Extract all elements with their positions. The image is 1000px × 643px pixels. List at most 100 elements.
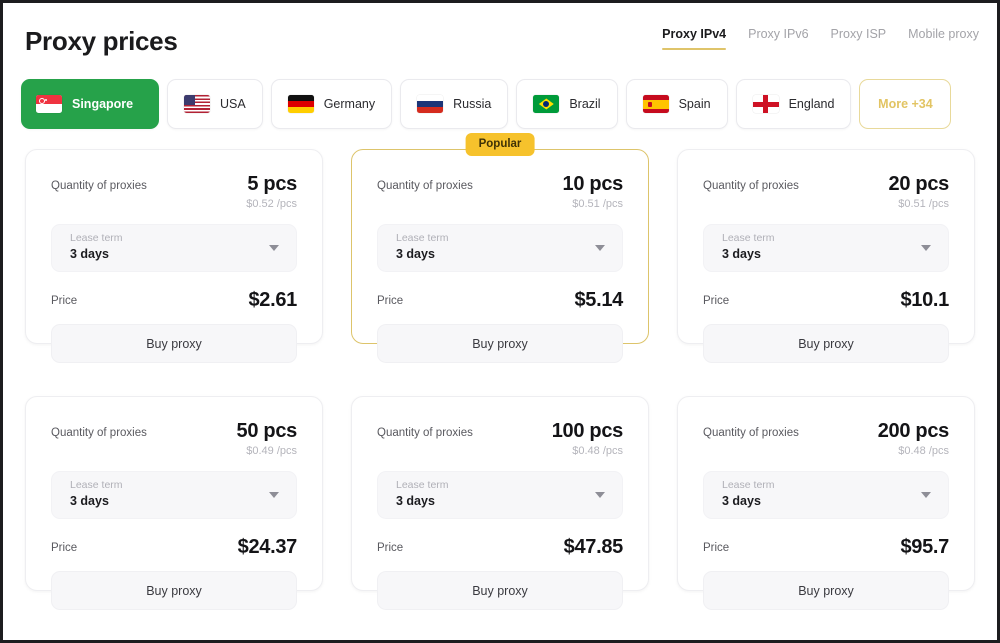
price-value: $95.7 <box>900 536 949 558</box>
price-label: Price <box>51 294 78 307</box>
flag-spain-icon <box>642 95 669 113</box>
quantity-label: Quantity of proxies <box>377 180 473 192</box>
chevron-down-icon <box>269 245 279 251</box>
lease-term-label: Lease term <box>722 479 775 491</box>
chevron-down-icon <box>921 245 931 251</box>
price-value: $5.14 <box>574 289 623 311</box>
quantity-label: Quantity of proxies <box>703 180 799 192</box>
lease-term-value: 3 days <box>70 246 109 261</box>
country-chip-russia[interactable]: Russia <box>400 79 509 129</box>
lease-term-select[interactable]: Lease term 3 days <box>51 224 297 272</box>
price-value: $24.37 <box>237 536 298 558</box>
lease-term-label: Lease term <box>396 479 449 491</box>
price-label: Price <box>51 541 78 554</box>
lease-term-select[interactable]: Lease term 3 days <box>377 224 623 272</box>
price-value: $47.85 <box>563 536 624 558</box>
buy-proxy-button[interactable]: Buy proxy <box>51 571 297 610</box>
lease-term-select[interactable]: Lease term 3 days <box>51 471 297 519</box>
pricing-card-200: Quantity of proxies 200 pcs $0.48 /pcs L… <box>677 396 975 610</box>
country-chip-brazil[interactable]: Brazil <box>516 79 618 129</box>
lease-term-select[interactable]: Lease term 3 days <box>703 224 949 272</box>
lease-term-value: 3 days <box>396 246 435 261</box>
country-chip-usa[interactable]: USA <box>167 79 263 129</box>
tab-mobile-proxy[interactable]: Mobile proxy <box>908 27 979 50</box>
flag-england-icon <box>752 95 779 113</box>
pricing-row: Quantity of proxies 5 pcs $0.52 /pcs Lea… <box>25 133 977 371</box>
more-countries-button[interactable]: More +34 <box>859 79 952 129</box>
quantity-row: Quantity of proxies 100 pcs $0.48 /pcs <box>377 420 623 457</box>
lease-term-label: Lease term <box>70 479 123 491</box>
pricing-card-100: Quantity of proxies 100 pcs $0.48 /pcs L… <box>351 396 649 610</box>
quantity-value: 200 pcs <box>877 420 950 442</box>
price-row: Price $10.1 <box>703 289 949 312</box>
pricing-card-20: Quantity of proxies 20 pcs $0.51 /pcs Le… <box>677 149 975 363</box>
flag-singapore-icon <box>36 95 62 113</box>
country-chip-label: England <box>788 97 835 111</box>
country-chip-label: Brazil <box>569 97 601 111</box>
buy-proxy-button[interactable]: Buy proxy <box>703 324 949 363</box>
flag-germany-icon <box>287 95 314 113</box>
country-selector: Singapore USA Germany Russia Brazil Spai… <box>21 79 981 129</box>
buy-proxy-button[interactable]: Buy proxy <box>377 571 623 610</box>
quantity-label: Quantity of proxies <box>51 427 147 439</box>
quantity-label: Quantity of proxies <box>703 427 799 439</box>
pricing-card-10: Popular Quantity of proxies 10 pcs $0.51… <box>351 133 649 363</box>
pricing-grid: Quantity of proxies 5 pcs $0.52 /pcs Lea… <box>25 133 977 618</box>
chevron-down-icon <box>595 492 605 498</box>
page-header: Proxy prices Proxy IPv4 Proxy IPv6 Proxy… <box>3 3 997 67</box>
price-row: Price $2.61 <box>51 289 297 312</box>
country-chip-singapore[interactable]: Singapore <box>21 79 159 129</box>
price-row: Price $95.7 <box>703 536 949 559</box>
lease-term-select[interactable]: Lease term 3 days <box>377 471 623 519</box>
quantity-value: 50 pcs <box>236 420 298 442</box>
country-chip-label: USA <box>220 97 246 111</box>
flag-usa-icon <box>184 95 210 113</box>
country-chip-label: Germany <box>323 97 376 111</box>
lease-term-label: Lease term <box>396 232 449 244</box>
quantity-value: 100 pcs <box>551 420 624 442</box>
lease-term-value: 3 days <box>722 246 761 261</box>
app-window: Proxy prices Proxy IPv4 Proxy IPv6 Proxy… <box>0 0 1000 643</box>
price-label: Price <box>703 541 730 554</box>
unit-price: $0.51 /pcs <box>572 198 623 210</box>
price-row: Price $47.85 <box>377 536 623 559</box>
lease-term-select[interactable]: Lease term 3 days <box>703 471 949 519</box>
quantity-value: 10 pcs <box>562 173 624 195</box>
chevron-down-icon <box>921 492 931 498</box>
quantity-value: 5 pcs <box>247 173 297 195</box>
more-countries-label: More +34 <box>878 97 933 111</box>
quantity-row: Quantity of proxies 5 pcs $0.52 /pcs <box>51 173 297 210</box>
price-row: Price $5.14 <box>377 289 623 312</box>
country-chip-spain[interactable]: Spain <box>625 79 728 129</box>
unit-price: $0.51 /pcs <box>898 198 949 210</box>
price-row: Price $24.37 <box>51 536 297 559</box>
country-chip-label: Singapore <box>72 97 134 111</box>
price-label: Price <box>377 541 404 554</box>
tab-proxy-isp[interactable]: Proxy ISP <box>831 27 887 50</box>
popular-badge: Popular <box>465 133 535 156</box>
flag-russia-icon <box>417 95 444 113</box>
unit-price: $0.48 /pcs <box>572 445 623 457</box>
buy-proxy-button[interactable]: Buy proxy <box>703 571 949 610</box>
quantity-value: 20 pcs <box>888 173 950 195</box>
buy-proxy-button[interactable]: Buy proxy <box>377 324 623 363</box>
quantity-row: Quantity of proxies 50 pcs $0.49 /pcs <box>51 420 297 457</box>
lease-term-label: Lease term <box>722 232 775 244</box>
quantity-label: Quantity of proxies <box>377 427 473 439</box>
country-chip-england[interactable]: England <box>735 79 852 129</box>
flag-brazil-icon <box>533 95 560 113</box>
tab-proxy-ipv4[interactable]: Proxy IPv4 <box>662 27 726 50</box>
buy-proxy-button[interactable]: Buy proxy <box>51 324 297 363</box>
unit-price: $0.52 /pcs <box>246 198 297 210</box>
pricing-card-5: Quantity of proxies 5 pcs $0.52 /pcs Lea… <box>25 149 323 363</box>
country-chip-label: Spain <box>678 97 711 111</box>
page-title: Proxy prices <box>25 26 178 56</box>
country-chip-germany[interactable]: Germany <box>270 79 393 129</box>
pricing-card-50: Quantity of proxies 50 pcs $0.49 /pcs Le… <box>25 396 323 610</box>
price-value: $10.1 <box>900 289 949 311</box>
pricing-row: Quantity of proxies 50 pcs $0.49 /pcs Le… <box>25 396 977 618</box>
tab-proxy-ipv6[interactable]: Proxy IPv6 <box>748 27 808 50</box>
country-chip-label: Russia <box>453 97 492 111</box>
quantity-row: Quantity of proxies 10 pcs $0.51 /pcs <box>377 173 623 210</box>
unit-price: $0.48 /pcs <box>898 445 949 457</box>
